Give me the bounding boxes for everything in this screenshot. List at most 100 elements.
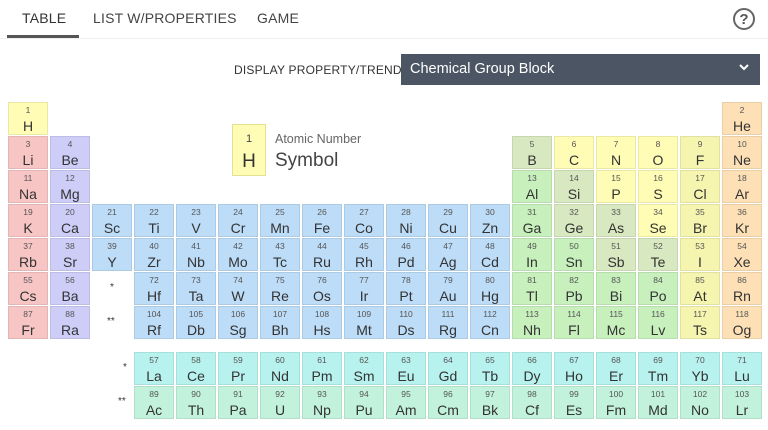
element-cell-ne[interactable]: 10 Ne — [722, 136, 762, 169]
display-property-select[interactable]: Chemical Group Block — [401, 54, 760, 85]
element-cell-ba[interactable]: 56 Ba — [50, 272, 90, 305]
element-cell-cm[interactable]: 96 Cm — [428, 386, 468, 419]
element-cell-dy[interactable]: 66 Dy — [512, 352, 552, 385]
element-cell-ac[interactable]: 89 Ac — [134, 386, 174, 419]
element-cell-as[interactable]: 33 As — [596, 204, 636, 237]
element-cell-w[interactable]: 74 W — [218, 272, 258, 305]
element-cell-p[interactable]: 15 P — [596, 170, 636, 203]
element-cell-db[interactable]: 105 Db — [176, 306, 216, 339]
element-cell-og[interactable]: 118 Og — [722, 306, 762, 339]
element-cell-ga[interactable]: 31 Ga — [512, 204, 552, 237]
element-cell-ts[interactable]: 117 Ts — [680, 306, 720, 339]
element-cell-sn[interactable]: 50 Sn — [554, 238, 594, 271]
element-cell-mn[interactable]: 25 Mn — [260, 204, 300, 237]
element-cell-h[interactable]: 1H — [8, 102, 48, 135]
element-cell-re[interactable]: 75 Re — [260, 272, 300, 305]
element-cell-pa[interactable]: 91 Pa — [218, 386, 258, 419]
element-cell-rn[interactable]: 86 Rn — [722, 272, 762, 305]
element-cell-pr[interactable]: 59 Pr — [218, 352, 258, 385]
element-cell-zn[interactable]: 30 Zn — [470, 204, 510, 237]
element-cell-pm[interactable]: 61 Pm — [302, 352, 342, 385]
element-cell-mt[interactable]: 109 Mt — [344, 306, 384, 339]
element-cell-tc[interactable]: 43 Tc — [260, 238, 300, 271]
element-cell-ag[interactable]: 47 Ag — [428, 238, 468, 271]
element-cell-sg[interactable]: 106 Sg — [218, 306, 258, 339]
tab-list-with-properties[interactable]: LIST W/PROPERTIES — [93, 10, 237, 26]
element-cell-rg[interactable]: 111 Rg — [428, 306, 468, 339]
element-cell-lv[interactable]: 116 Lv — [638, 306, 678, 339]
element-cell-xe[interactable]: 54 Xe — [722, 238, 762, 271]
element-cell-hg[interactable]: 80 Hg — [470, 272, 510, 305]
element-cell-br[interactable]: 35 Br — [680, 204, 720, 237]
element-cell-th[interactable]: 90 Th — [176, 386, 216, 419]
element-cell-co[interactable]: 27 Co — [344, 204, 384, 237]
element-cell-zr[interactable]: 40 Zr — [134, 238, 174, 271]
element-cell-pu[interactable]: 94 Pu — [344, 386, 384, 419]
element-cell-nb[interactable]: 41 Nb — [176, 238, 216, 271]
element-cell-hs[interactable]: 108 Hs — [302, 306, 342, 339]
element-cell-cn[interactable]: 112 Cn — [470, 306, 510, 339]
element-cell-b[interactable]: 5B — [512, 136, 552, 169]
element-cell-md[interactable]: 101 Md — [638, 386, 678, 419]
help-button[interactable]: ? — [733, 8, 755, 30]
element-cell-na[interactable]: 11 Na — [8, 170, 48, 203]
element-cell-in[interactable]: 49 In — [512, 238, 552, 271]
element-cell-yb[interactable]: 70 Yb — [680, 352, 720, 385]
element-cell-sm[interactable]: 62 Sm — [344, 352, 384, 385]
element-cell-ra[interactable]: 88 Ra — [50, 306, 90, 339]
element-cell-v[interactable]: 23 V — [176, 204, 216, 237]
element-cell-ru[interactable]: 44 Ru — [302, 238, 342, 271]
element-cell-rb[interactable]: 37 Rb — [8, 238, 48, 271]
element-cell-u[interactable]: 92 U — [260, 386, 300, 419]
element-cell-tb[interactable]: 65 Tb — [470, 352, 510, 385]
element-cell-ce[interactable]: 58 Ce — [176, 352, 216, 385]
element-cell-mg[interactable]: 12 Mg — [50, 170, 90, 203]
element-cell-cr[interactable]: 24 Cr — [218, 204, 258, 237]
element-cell-pt[interactable]: 78 Pt — [386, 272, 426, 305]
element-cell-be[interactable]: 4 Be — [50, 136, 90, 169]
element-cell-pd[interactable]: 46 Pd — [386, 238, 426, 271]
element-cell-ta[interactable]: 73 Ta — [176, 272, 216, 305]
element-cell-no[interactable]: 102 No — [680, 386, 720, 419]
element-cell-np[interactable]: 93 Np — [302, 386, 342, 419]
element-cell-nd[interactable]: 60 Nd — [260, 352, 300, 385]
element-cell-os[interactable]: 76 Os — [302, 272, 342, 305]
element-cell-fr[interactable]: 87 Fr — [8, 306, 48, 339]
element-cell-ni[interactable]: 28 Ni — [386, 204, 426, 237]
element-cell-ca[interactable]: 20 Ca — [50, 204, 90, 237]
element-cell-s[interactable]: 16 S — [638, 170, 678, 203]
element-cell-mc[interactable]: 115 Mc — [596, 306, 636, 339]
element-cell-ho[interactable]: 67 Ho — [554, 352, 594, 385]
element-cell-lu[interactable]: 71 Lu — [722, 352, 762, 385]
element-cell-mo[interactable]: 42 Mo — [218, 238, 258, 271]
element-cell-sb[interactable]: 51 Sb — [596, 238, 636, 271]
element-cell-pb[interactable]: 82 Pb — [554, 272, 594, 305]
element-cell-fe[interactable]: 26 Fe — [302, 204, 342, 237]
element-cell-cu[interactable]: 29 Cu — [428, 204, 468, 237]
element-cell-bk[interactable]: 97 Bk — [470, 386, 510, 419]
element-cell-rh[interactable]: 45 Rh — [344, 238, 384, 271]
element-cell-fm[interactable]: 100 Fm — [596, 386, 636, 419]
element-cell-bh[interactable]: 107 Bh — [260, 306, 300, 339]
tab-game[interactable]: GAME — [257, 10, 299, 26]
element-cell-kr[interactable]: 36 Kr — [722, 204, 762, 237]
element-cell-fl[interactable]: 114 Fl — [554, 306, 594, 339]
element-cell-tl[interactable]: 81 Tl — [512, 272, 552, 305]
element-cell-f[interactable]: 9F — [680, 136, 720, 169]
tab-table[interactable]: TABLE — [22, 10, 66, 26]
element-cell-i[interactable]: 53 I — [680, 238, 720, 271]
element-cell-rf[interactable]: 104 Rf — [134, 306, 174, 339]
element-cell-gd[interactable]: 64 Gd — [428, 352, 468, 385]
element-cell-te[interactable]: 52 Te — [638, 238, 678, 271]
element-cell-n[interactable]: 7N — [596, 136, 636, 169]
element-cell-ti[interactable]: 22 Ti — [134, 204, 174, 237]
element-cell-am[interactable]: 95 Am — [386, 386, 426, 419]
element-cell-ge[interactable]: 32 Ge — [554, 204, 594, 237]
element-cell-es[interactable]: 99 Es — [554, 386, 594, 419]
element-cell-sr[interactable]: 38 Sr — [50, 238, 90, 271]
element-cell-tm[interactable]: 69 Tm — [638, 352, 678, 385]
element-cell-er[interactable]: 68 Er — [596, 352, 636, 385]
element-cell-lr[interactable]: 103 Lr — [722, 386, 762, 419]
element-cell-k[interactable]: 19 K — [8, 204, 48, 237]
element-cell-cd[interactable]: 48 Cd — [470, 238, 510, 271]
